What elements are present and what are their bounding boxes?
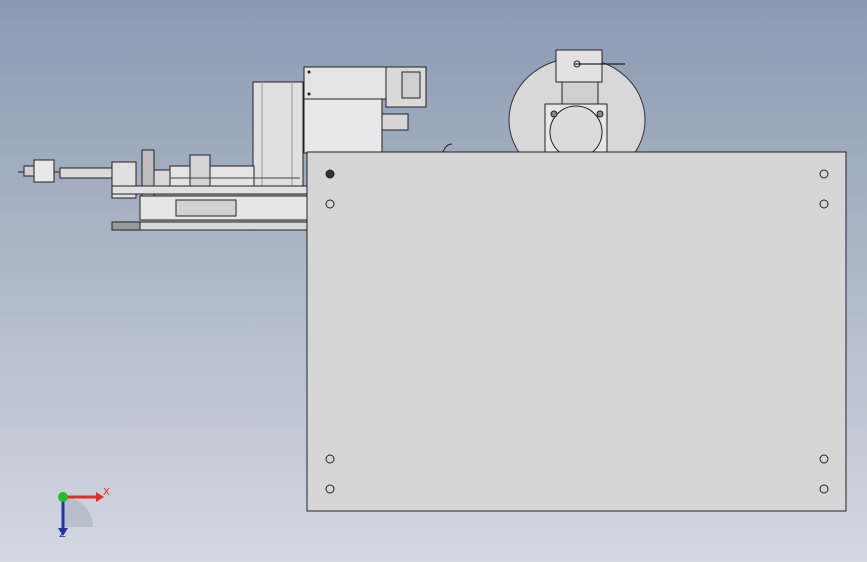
cad-graphics-viewport[interactable]: X Z: [0, 0, 867, 562]
base-slide-rail[interactable]: [111, 185, 311, 231]
z-axis-label: Z: [59, 529, 66, 540]
plate-hole: [819, 484, 829, 494]
plate-hole: [819, 169, 829, 179]
plate-hole: [325, 169, 335, 179]
x-axis-label: X: [103, 487, 110, 498]
y-axis-dot: [58, 492, 68, 502]
mounting-plate[interactable]: [306, 151, 847, 512]
plate-hole: [819, 199, 829, 209]
plate-hole: [325, 484, 335, 494]
plate-hole: [325, 454, 335, 464]
plate-hole: [325, 199, 335, 209]
plate-hole: [819, 454, 829, 464]
assembly-model[interactable]: [0, 0, 867, 562]
